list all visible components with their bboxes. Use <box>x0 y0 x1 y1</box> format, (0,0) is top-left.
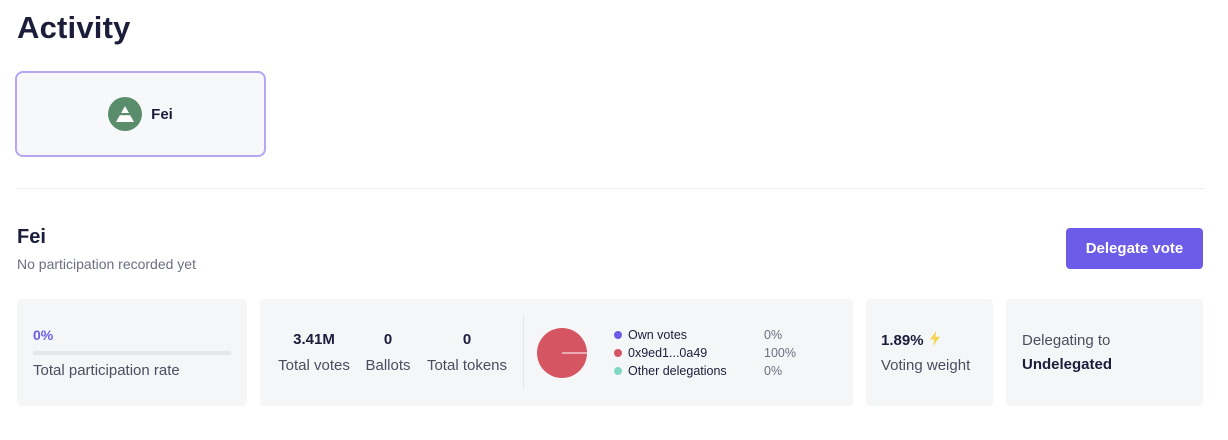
lightning-icon <box>929 331 940 350</box>
total-tokens-value: 0 <box>462 331 472 348</box>
legend-label: 0x9ed1...0a49 <box>628 346 708 360</box>
legend-percent: 0% <box>764 364 783 378</box>
legend-item-other-delegations: Other delegations 0% <box>614 362 804 380</box>
legend-dot <box>614 367 622 375</box>
legend-dot <box>614 331 622 339</box>
legend-dot <box>614 349 622 357</box>
stats-card: 3.41M Total votes 0 Ballots 0 Total toke… <box>260 299 853 406</box>
delegate-vote-button[interactable]: Delegate vote <box>1066 228 1203 269</box>
voting-weight-value: 1.89% <box>881 332 924 349</box>
total-tokens-label: Total tokens <box>426 357 508 374</box>
delegating-to-label: Delegating to <box>1022 332 1111 349</box>
legend-label: Own votes <box>628 328 688 342</box>
legend-label: Other delegations <box>628 364 727 378</box>
legend-item-delegate-address: 0x9ed1...0a49 100% <box>614 344 804 362</box>
dao-card-fei[interactable]: Fei <box>15 71 266 157</box>
legend-percent: 0% <box>764 328 783 342</box>
legend-percent: 100% <box>764 346 796 360</box>
delegating-to-value: Undelegated <box>1022 356 1113 373</box>
section-subtitle: No participation recorded yet <box>17 256 196 272</box>
participation-rate-label: Total participation rate <box>33 362 180 379</box>
participation-rate-value: 0% <box>33 327 54 343</box>
section-divider <box>17 188 1205 189</box>
participation-progress-bar <box>33 351 231 355</box>
stats-separator <box>523 315 524 389</box>
section-title: Fei <box>17 226 46 248</box>
voting-weight-value-row: 1.89% <box>881 331 940 350</box>
delegating-card: Delegating to Undelegated <box>1006 299 1203 406</box>
triangle-logo-icon <box>108 97 143 131</box>
legend-item-own-votes: Own votes 0% <box>614 326 804 344</box>
dao-card-label: Fei <box>151 105 173 123</box>
page-title: Activity <box>17 10 131 45</box>
ballots-label: Ballots <box>365 357 411 374</box>
delegation-pie-chart <box>537 328 587 378</box>
voting-weight-card: 1.89% Voting weight <box>866 299 993 406</box>
participation-card: 0% Total participation rate <box>17 299 247 406</box>
total-votes-label: Total votes <box>278 357 350 374</box>
voting-weight-label: Voting weight <box>881 357 971 374</box>
ballots-value: 0 <box>383 331 393 348</box>
total-votes-value: 3.41M <box>293 331 335 348</box>
